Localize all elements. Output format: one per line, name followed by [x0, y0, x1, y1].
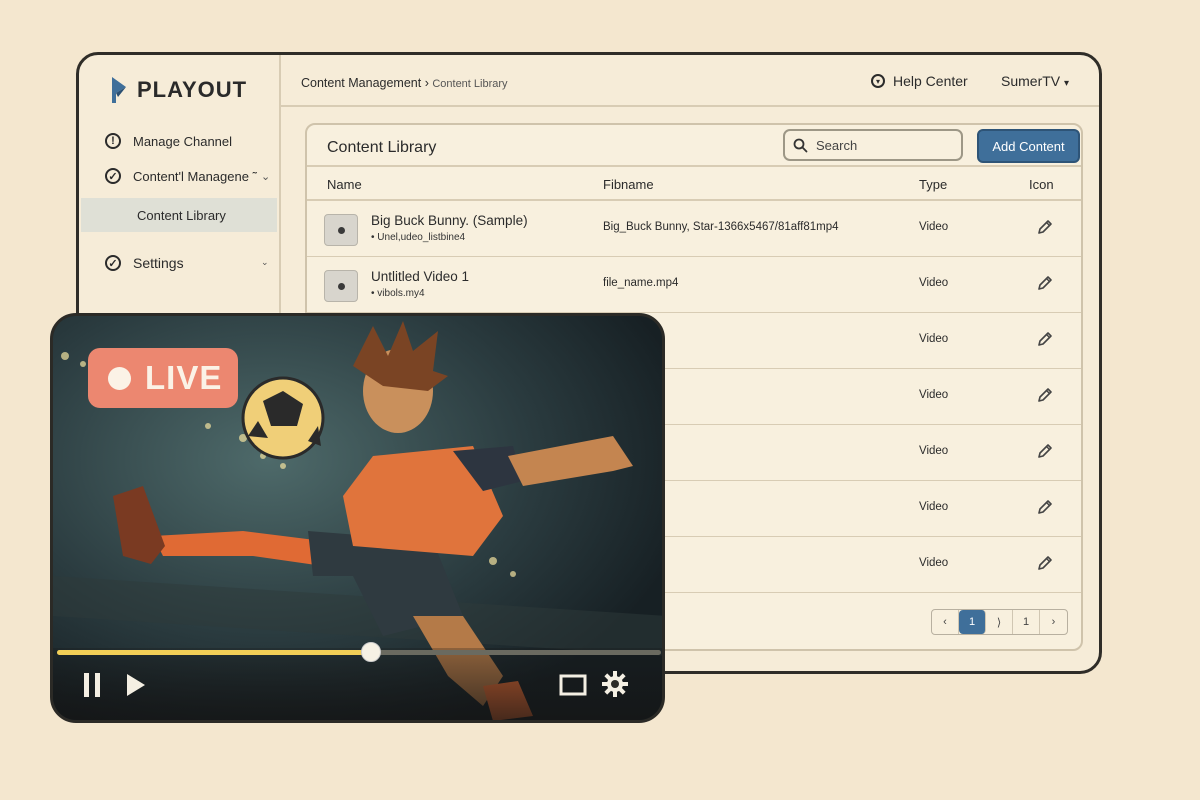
breadcrumb: Content Management › Content Library — [301, 76, 508, 90]
row-filename: Big_Buck Bunny, Star-1366x5467/81aff81mp… — [603, 221, 839, 233]
help-icon: ▾ — [871, 74, 885, 88]
top-bar: Content Management › Content Library ▾ H… — [281, 55, 1099, 107]
video-player[interactable]: LIVE — [50, 313, 665, 723]
progress-bar[interactable] — [57, 642, 661, 662]
row-type: Video — [919, 221, 949, 233]
sidebar-item-label: Settings — [133, 255, 184, 271]
row-type: Video — [919, 445, 949, 457]
add-content-button[interactable]: Add Content — [977, 129, 1080, 163]
row-subtitle: • vibols.my4 — [371, 288, 425, 299]
chevron-down-icon[interactable]: ⌄ — [261, 170, 270, 183]
breadcrumb-current: Content Library — [432, 78, 508, 90]
check-circle-icon: ✓ — [105, 168, 121, 184]
pencil-icon[interactable] — [1035, 441, 1055, 461]
pagination-page-current[interactable]: 1 — [959, 610, 986, 634]
live-indicator-dot — [108, 366, 131, 390]
check-circle-icon: ✓ — [105, 255, 121, 271]
pause-icon[interactable] — [83, 672, 103, 698]
user-menu[interactable]: SumerTV ▾ — [1001, 73, 1069, 89]
video-thumbnail — [324, 214, 358, 246]
row-type: Video — [919, 277, 949, 289]
pencil-icon[interactable] — [1035, 329, 1055, 349]
column-header-icon: Icon — [1029, 177, 1054, 192]
search-box[interactable] — [783, 129, 963, 161]
live-label: LIVE — [145, 359, 223, 396]
row-subtitle: • Unel,udeo_listbine4 — [371, 232, 466, 243]
search-icon — [793, 138, 808, 152]
search-input[interactable] — [814, 136, 948, 154]
chevron-down-icon: ▾ — [1064, 78, 1070, 89]
info-icon: ! — [105, 133, 121, 149]
row-type: Video — [919, 389, 949, 401]
chevron-down-icon[interactable]: ⌄ — [261, 257, 269, 268]
row-type: Video — [919, 333, 949, 345]
sidebar-item-label: Content'l Managene ˜ — [133, 168, 257, 184]
table-header: Name Fibname Type Icon — [307, 165, 1081, 201]
sidebar-item-content-management[interactable]: ✓ Content'l Managene ˜ — [105, 168, 257, 184]
pagination-page[interactable]: 1 — [1013, 610, 1040, 634]
pencil-icon[interactable] — [1035, 553, 1055, 573]
pencil-icon[interactable] — [1035, 385, 1055, 405]
table-row[interactable]: Big Buck Bunny. (Sample) • Unel,udeo_lis… — [307, 201, 1081, 257]
breadcrumb-separator: › — [421, 76, 433, 90]
pagination: ‹ 1 ⟩ 1 › — [931, 609, 1068, 635]
column-header-filename[interactable]: Fibname — [603, 177, 654, 192]
pencil-icon[interactable] — [1035, 497, 1055, 517]
table-row[interactable]: Untlitled Video 1 • vibols.my4 file_name… — [307, 257, 1081, 313]
pencil-icon[interactable] — [1035, 217, 1055, 237]
video-thumbnail — [324, 270, 358, 302]
sidebar-item-label: Manage Channel — [133, 133, 233, 149]
play-icon[interactable] — [125, 672, 147, 698]
sidebar-item-settings[interactable]: ✓ Settings — [105, 255, 184, 271]
playout-logo-icon — [112, 77, 126, 103]
help-center-label: Help Center — [893, 73, 968, 89]
row-name: Untlitled Video 1 — [371, 269, 470, 284]
pagination-item[interactable]: ⟩ — [986, 610, 1013, 634]
logo[interactable]: PLAYOUT — [109, 75, 247, 105]
column-header-name[interactable]: Name — [327, 177, 362, 192]
sidebar-item-manage-channel[interactable]: ! Manage Channel — [105, 133, 232, 149]
sidebar-item-content-library[interactable]: Content Library — [81, 198, 277, 232]
progress-scrubber[interactable] — [361, 642, 382, 662]
pagination-next[interactable]: › — [1040, 610, 1067, 634]
live-badge: LIVE — [88, 348, 238, 408]
help-center-link[interactable]: ▾ Help Center — [871, 73, 968, 89]
pagination-prev[interactable]: ‹ — [932, 610, 959, 634]
fullscreen-icon[interactable] — [559, 674, 587, 696]
sidebar-item-label: Content Library — [137, 207, 226, 223]
row-name: Big Buck Bunny. (Sample) — [371, 213, 528, 228]
row-type: Video — [919, 501, 949, 513]
user-name: SumerTV — [1001, 73, 1061, 89]
row-filename: file_name.mp4 — [603, 277, 679, 289]
breadcrumb-root[interactable]: Content Management — [301, 76, 421, 90]
row-type: Video — [919, 557, 949, 569]
progress-fill — [57, 650, 372, 655]
pencil-icon[interactable] — [1035, 273, 1055, 293]
settings-gear-icon[interactable] — [601, 670, 629, 698]
brand-name: PLAYOUT — [137, 77, 248, 102]
page-title: Content Library — [327, 139, 437, 156]
column-header-type[interactable]: Type — [919, 177, 947, 192]
